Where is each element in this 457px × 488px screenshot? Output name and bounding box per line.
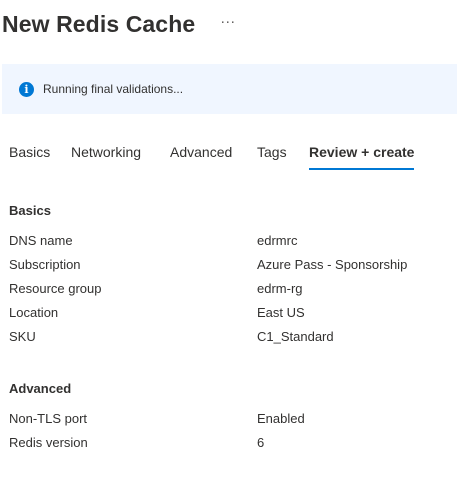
summary-row-non-tls-port: Non-TLS port Enabled: [9, 411, 449, 429]
row-value: C1_Standard: [257, 329, 334, 344]
row-value: Azure Pass - Sponsorship: [257, 257, 408, 272]
summary-row-redis-version: Redis version 6: [9, 435, 449, 453]
summary-row-sku: SKU C1_Standard: [9, 329, 449, 347]
info-icon: i: [19, 81, 34, 97]
row-label: SKU: [9, 329, 36, 344]
summary-row-subscription: Subscription Azure Pass - Sponsorship: [9, 257, 449, 275]
row-label: DNS name: [9, 233, 73, 248]
validation-notice-text: Running final validations...: [43, 82, 184, 96]
summary-row-resource-group: Resource group edrm-rg: [9, 281, 449, 299]
tab-review-create[interactable]: Review + create: [309, 144, 415, 170]
row-value: 6: [257, 435, 265, 450]
page-title: New Redis Cache: [2, 10, 196, 37]
row-value: Enabled: [257, 411, 305, 426]
tab-tags[interactable]: Tags: [257, 144, 287, 170]
section-title-advanced: Advanced: [9, 381, 72, 396]
row-value: edrmrc: [257, 233, 298, 248]
more-options-icon[interactable]: ···: [220, 14, 235, 29]
summary-row-dns-name: DNS name edrmrc: [9, 233, 449, 251]
tab-advanced[interactable]: Advanced: [170, 144, 232, 170]
page-header: New Redis Cache ···: [2, 8, 235, 40]
row-label: Subscription: [9, 257, 81, 272]
row-label: Non-TLS port: [9, 411, 88, 426]
summary-row-location: Location East US: [9, 305, 449, 323]
row-value: edrm-rg: [257, 281, 303, 296]
row-label: Location: [9, 305, 59, 320]
tab-networking[interactable]: Networking: [71, 144, 141, 170]
row-label: Redis version: [9, 435, 88, 450]
section-title-basics: Basics: [9, 203, 51, 218]
tab-basics[interactable]: Basics: [9, 144, 50, 170]
row-value: East US: [257, 305, 305, 320]
validation-notice: i Running final validations...: [2, 64, 457, 114]
row-label: Resource group: [9, 281, 102, 296]
